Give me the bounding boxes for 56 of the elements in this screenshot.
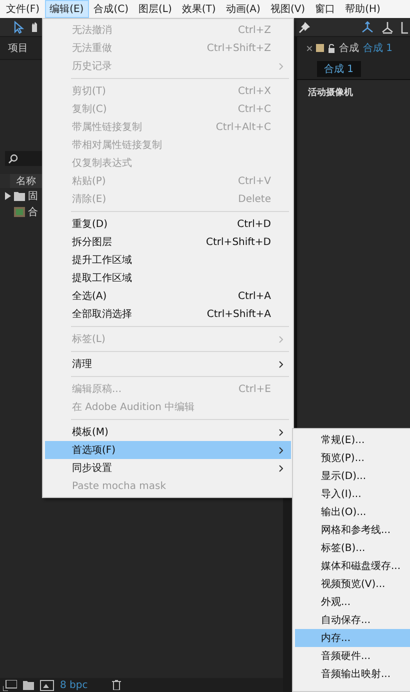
menu-item[interactable]: 输出(O)... <box>295 503 410 521</box>
composition-tab[interactable]: 合成 1 <box>317 61 361 77</box>
menu-item[interactable]: 全选(A) Ctrl+A <box>45 287 291 305</box>
composition-icon[interactable] <box>40 680 54 690</box>
menu-bar-item[interactable]: 图层(L) <box>133 0 177 18</box>
menu-item[interactable]: 提取工作区域 <box>45 269 291 287</box>
bit-depth-button[interactable]: 8 bpc <box>60 680 88 690</box>
column-header[interactable]: 名称 <box>10 174 36 188</box>
menu-item[interactable]: 预览(P)... <box>295 449 410 467</box>
composition-link[interactable]: 合成 1 <box>363 41 393 55</box>
menu-bar-item[interactable]: 视图(V) <box>265 0 310 18</box>
menu-bar-item[interactable]: 动画(A) <box>220 0 266 18</box>
search-icon <box>8 154 20 164</box>
trash-icon[interactable] <box>112 680 121 690</box>
menu-item[interactable]: 导入(I)... <box>295 485 410 503</box>
menu-item[interactable]: 网格和参考线... <box>295 521 410 539</box>
pin-icon[interactable] <box>298 20 311 34</box>
menu-item[interactable]: 常规(E)... <box>295 431 410 449</box>
menu-item[interactable]: 显示(D)... <box>295 467 410 485</box>
folder-icon <box>14 192 25 200</box>
lock-icon[interactable] <box>328 44 335 52</box>
label-color-swatch <box>316 44 324 52</box>
menu-item[interactable]: 全部取消选择 Ctrl+Shift+A <box>45 305 291 323</box>
pointer-icon[interactable] <box>14 20 24 34</box>
menu-bar-item[interactable]: 合成(C) <box>88 0 134 18</box>
menu-bar-item[interactable]: 编辑(E) <box>44 0 89 18</box>
project-item[interactable]: 合 <box>28 205 38 219</box>
interpret-footage-icon[interactable] <box>3 680 17 690</box>
camera-label: 活动摄像机 <box>308 88 353 98</box>
menu-item[interactable]: 视频预览(V)... <box>295 575 410 593</box>
menu-item[interactable]: 音频输出映射... <box>295 665 410 683</box>
menu-item[interactable]: 重复(D) Ctrl+D <box>45 215 291 233</box>
panel-title: 合成 <box>339 42 359 55</box>
menu-bar-item[interactable]: 帮助(H) <box>340 0 386 18</box>
menu-item[interactable]: 清理 <box>45 355 291 373</box>
menu-item[interactable]: 媒体和磁盘缓存... <box>295 557 410 575</box>
menu-item[interactable]: 提升工作区域 <box>45 251 291 269</box>
expand-arrow-icon[interactable] <box>5 192 11 200</box>
menu-bar-item[interactable]: 效果(T) <box>176 0 221 18</box>
panel-title[interactable]: 项目 <box>8 41 28 55</box>
menu-item[interactable]: 同步设置 <box>45 459 291 477</box>
close-icon[interactable] <box>307 46 312 50</box>
menu-item[interactable]: 模板(M) <box>45 423 291 441</box>
menu-bar-item[interactable]: 文件(F) <box>1 0 45 18</box>
menu-item[interactable]: 标签(B)... <box>295 539 410 557</box>
menu-item[interactable]: 拆分图层 Ctrl+Shift+D <box>45 233 291 251</box>
menu-item[interactable]: 外观... <box>295 593 410 611</box>
composition-icon <box>14 207 25 217</box>
menu-item[interactable]: 首选项(F) <box>45 441 291 459</box>
menu-item[interactable]: 内存... <box>295 629 410 647</box>
menu-bar-item[interactable]: 窗口 <box>310 0 340 18</box>
menu-item[interactable]: 音频硬件... <box>295 647 410 665</box>
project-item[interactable]: 固 <box>28 189 38 203</box>
menu-item[interactable]: 自动保存... <box>295 611 410 629</box>
search-field[interactable] <box>5 151 42 166</box>
folder-icon[interactable] <box>23 680 34 690</box>
